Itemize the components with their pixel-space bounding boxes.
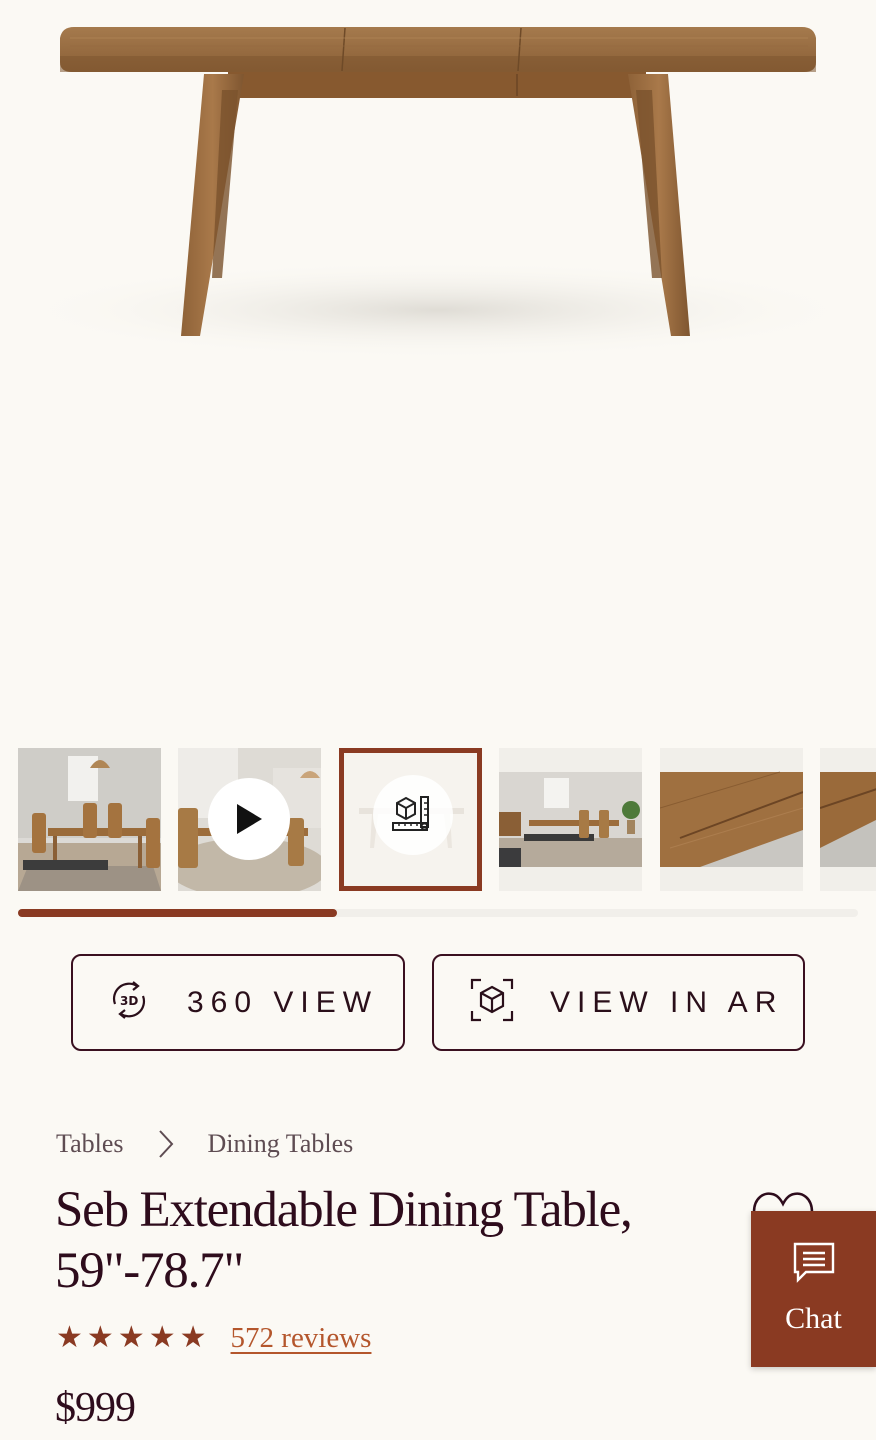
thumb-dimensions[interactable] bbox=[339, 748, 482, 891]
product-title: Seb Extendable Dining Table, 59"-78.7" bbox=[55, 1180, 695, 1302]
thumb-extension-closeup[interactable] bbox=[820, 748, 876, 891]
star-rating: ★ ★ ★ ★ ★ bbox=[56, 1323, 207, 1353]
thumb-video[interactable] bbox=[178, 748, 321, 891]
star-icon: ★ bbox=[86, 1320, 114, 1355]
star-icon: ★ bbox=[179, 1320, 207, 1355]
chevron-right-icon bbox=[158, 1129, 174, 1159]
product-price: $999 bbox=[55, 1385, 136, 1431]
rotate-360-icon: 3D bbox=[107, 978, 151, 1027]
thumb-lifestyle-dining-room[interactable] bbox=[18, 748, 161, 891]
breadcrumb-item-dining-tables[interactable]: Dining Tables bbox=[208, 1129, 354, 1159]
chat-button[interactable]: Chat bbox=[751, 1211, 876, 1367]
product-hero-image[interactable] bbox=[0, 0, 876, 730]
svg-text:3D: 3D bbox=[120, 994, 138, 1008]
gallery-scroll-progress-fill bbox=[18, 909, 338, 917]
thumbnail-strip[interactable] bbox=[18, 748, 876, 891]
ar-cube-icon bbox=[468, 976, 516, 1029]
gallery-scroll-progress[interactable] bbox=[18, 909, 858, 917]
product-title-line-1: Seb Extendable Dining Table, bbox=[55, 1182, 633, 1238]
view-in-ar-button[interactable]: VIEW IN AR bbox=[432, 954, 805, 1051]
thumb-wood-closeup[interactable] bbox=[660, 748, 803, 891]
view-360-label: 360 VIEW bbox=[187, 985, 379, 1019]
view-in-ar-label: VIEW IN AR bbox=[550, 985, 784, 1019]
breadcrumb-item-tables[interactable]: Tables bbox=[56, 1129, 124, 1159]
reviews-link[interactable]: 572 reviews bbox=[231, 1322, 372, 1355]
table-illustration bbox=[8, 27, 868, 360]
thumb-dining-room-wide[interactable] bbox=[499, 748, 642, 891]
breadcrumb: Tables Dining Tables bbox=[56, 1124, 353, 1164]
star-icon: ★ bbox=[117, 1320, 145, 1355]
product-title-line-2: 59"-78.7" bbox=[55, 1243, 244, 1299]
view-360-button[interactable]: 3D 360 VIEW bbox=[71, 954, 405, 1051]
play-icon[interactable] bbox=[208, 778, 290, 860]
star-icon: ★ bbox=[56, 1320, 83, 1355]
dimensions-icon bbox=[373, 775, 453, 855]
chat-label: Chat bbox=[785, 1302, 842, 1335]
product-rating: ★ ★ ★ ★ ★ 572 reviews bbox=[56, 1318, 371, 1358]
chat-bubble-icon bbox=[792, 1241, 836, 1288]
star-icon: ★ bbox=[148, 1320, 176, 1355]
